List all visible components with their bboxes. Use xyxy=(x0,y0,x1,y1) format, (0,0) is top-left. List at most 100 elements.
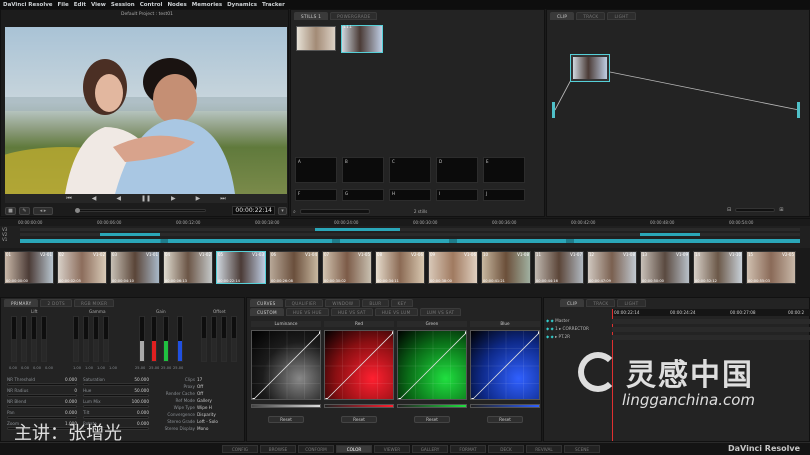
menu-session[interactable]: Session xyxy=(111,2,135,8)
zoom-in-icon[interactable]: ⊞ xyxy=(779,207,783,213)
clip-thumbnail[interactable]: 01 V2-01 00:00:00:00 xyxy=(4,251,54,284)
still-1[interactable] xyxy=(296,26,336,51)
curve-intensity-bar[interactable] xyxy=(470,404,540,408)
clip-thumbnail[interactable]: 13 V1-09 00:00:50:00 xyxy=(640,251,690,284)
clip-thumbnail[interactable]: 14 V1-10 00:00:52:12 xyxy=(693,251,743,284)
level-bar[interactable] xyxy=(73,316,79,362)
clip-v2[interactable] xyxy=(100,233,160,236)
subtab-lum-vs-sat[interactable]: LUM VS SAT xyxy=(419,308,462,316)
level-bar[interactable] xyxy=(231,316,237,362)
memory-slot[interactable]: C xyxy=(389,157,431,183)
memory-slot[interactable]: H xyxy=(389,189,431,201)
page-tab-gallery[interactable]: GALLERY xyxy=(412,445,448,453)
menu-tracker[interactable]: Tracker xyxy=(262,2,285,8)
subtab-custom[interactable]: CUSTOM xyxy=(250,308,284,316)
reset-button[interactable]: Reset xyxy=(268,416,304,423)
memory-slot[interactable]: E xyxy=(483,157,525,183)
corrector-node[interactable] xyxy=(570,54,610,82)
memory-slot[interactable]: D xyxy=(436,157,478,183)
page-tab-color[interactable]: COLOR xyxy=(336,445,372,453)
param-row[interactable]: Convergence Disparity xyxy=(151,412,241,419)
reset-button[interactable]: Reset xyxy=(414,416,450,423)
curve-intensity-bar[interactable] xyxy=(397,404,467,408)
clip-thumbnail[interactable]: 09 V1-06 00:00:38:00 xyxy=(428,251,478,284)
gallery-search-input[interactable] xyxy=(299,209,370,214)
node-zoom-slider[interactable] xyxy=(735,208,776,212)
level-bar[interactable] xyxy=(83,316,89,362)
param-row[interactable]: Lum Mix 100.000 xyxy=(83,399,149,410)
tab-kf-clip[interactable]: CLIP xyxy=(560,299,585,307)
param-row[interactable]: Render Cache Off xyxy=(151,391,241,398)
pen-icon[interactable]: ✎ xyxy=(19,206,30,215)
viewer-mode-button[interactable]: ■ xyxy=(5,206,16,215)
tab-rgb-mixer[interactable]: RGB MIXER xyxy=(74,299,115,307)
level-bar[interactable] xyxy=(221,316,227,362)
menu-control[interactable]: Control xyxy=(140,2,163,8)
memory-slot[interactable]: I xyxy=(436,189,478,201)
menu-file[interactable]: File xyxy=(58,2,69,8)
param-row[interactable]: Stereo Display Mono xyxy=(151,426,241,433)
param-row[interactable]: Hue 50.000 xyxy=(83,388,149,399)
subtab-hue-vs-hue[interactable]: HUE VS HUE xyxy=(285,308,329,316)
loop-button[interactable]: ◂ ▸ xyxy=(33,206,53,215)
reset-button[interactable]: Reset xyxy=(341,416,377,423)
curve-graph[interactable] xyxy=(397,330,467,400)
param-row[interactable]: Saturation 50.000 xyxy=(83,377,149,388)
menu-nodes[interactable]: Nodes xyxy=(167,2,186,8)
kf-track-master[interactable]: ◆ ◆ Master xyxy=(546,317,610,325)
search-icon[interactable]: ⌕ xyxy=(293,209,296,215)
tab-kf-light[interactable]: LIGHT xyxy=(617,299,646,307)
page-tab-scene[interactable]: SCENE xyxy=(564,445,600,453)
tab-key[interactable]: KEY xyxy=(390,299,414,307)
tab-primary[interactable]: PRIMARY xyxy=(4,299,39,307)
clip-thumbnail[interactable]: 15 V2-05 00:00:55:03 xyxy=(746,251,796,284)
curve-graph[interactable] xyxy=(324,330,394,400)
level-bar[interactable] xyxy=(103,316,109,362)
viewer-menu-button[interactable]: ▾ xyxy=(278,206,287,215)
page-tab-deck[interactable]: DECK xyxy=(488,445,524,453)
param-row[interactable]: Wipe Type Wipe H xyxy=(151,405,241,412)
still-2[interactable]: 1.1.1 xyxy=(341,25,383,53)
level-bar[interactable] xyxy=(139,316,145,362)
clip-thumbnail[interactable]: 10 V1-08 00:00:41:21 xyxy=(481,251,531,284)
tab-node-clip[interactable]: CLIP xyxy=(550,12,575,20)
menu-view[interactable]: View xyxy=(91,2,106,8)
play-reverse-icon[interactable]: ◀ xyxy=(116,195,121,202)
level-bar[interactable] xyxy=(201,316,207,362)
reset-button[interactable]: Reset xyxy=(487,416,523,423)
level-bar[interactable] xyxy=(31,316,37,362)
param-row[interactable]: Ref Mode Gallery xyxy=(151,398,241,405)
memory-slot[interactable]: J xyxy=(483,189,525,201)
kf-track-corrector[interactable]: ◆ ◆ 1 ▸ CORRECTOR xyxy=(546,325,610,333)
step-back-icon[interactable]: ◀ xyxy=(92,195,97,202)
skip-back-icon[interactable]: ⏮ xyxy=(66,195,71,203)
tab-curves[interactable]: CURVES xyxy=(250,299,283,307)
memory-slot[interactable]: G xyxy=(342,189,384,201)
tab-node-track[interactable]: TRACK xyxy=(576,12,606,20)
param-row[interactable]: Stereo Grade Left - Solo xyxy=(151,419,241,426)
menu-memories[interactable]: Memories xyxy=(192,2,222,8)
page-tab-revival[interactable]: REVIVAL xyxy=(526,445,562,453)
level-bar[interactable] xyxy=(11,316,17,362)
track-v1[interactable] xyxy=(20,239,800,243)
param-row[interactable]: Clips 17 xyxy=(151,377,241,384)
level-bar[interactable] xyxy=(21,316,27,362)
clip-v2[interactable] xyxy=(640,233,700,236)
skip-forward-icon[interactable]: ⏭ xyxy=(220,195,225,203)
curve-intensity-bar[interactable] xyxy=(251,404,321,408)
tab-blur[interactable]: BLUR xyxy=(362,299,389,307)
track-v3[interactable] xyxy=(20,228,800,231)
clip-thumbnail[interactable]: 06 V1-04 00:00:26:08 xyxy=(269,251,319,284)
tab-qualifier[interactable]: QUALIFIER xyxy=(284,299,324,307)
kf-track-pt[interactable]: ◆ ◆ ▸ PT.2R xyxy=(546,333,610,341)
level-bar[interactable] xyxy=(163,316,169,362)
clip-thumbnail[interactable]: 03 V1-01 00:00:04:10 xyxy=(110,251,160,284)
clip-thumbnail[interactable]: 11 V1-07 00:00:44:16 xyxy=(534,251,584,284)
level-bar[interactable] xyxy=(151,316,157,362)
tab-powergrade[interactable]: POWERGRADE xyxy=(330,12,378,20)
curve-graph[interactable] xyxy=(251,330,321,400)
level-bar[interactable] xyxy=(41,316,47,362)
subtab-hue-vs-lum[interactable]: HUE VS LUM xyxy=(374,308,418,316)
memory-slot[interactable]: F xyxy=(295,189,337,201)
clip-thumbnail[interactable]: 02 V1-02 00:00:02:05 xyxy=(57,251,107,284)
